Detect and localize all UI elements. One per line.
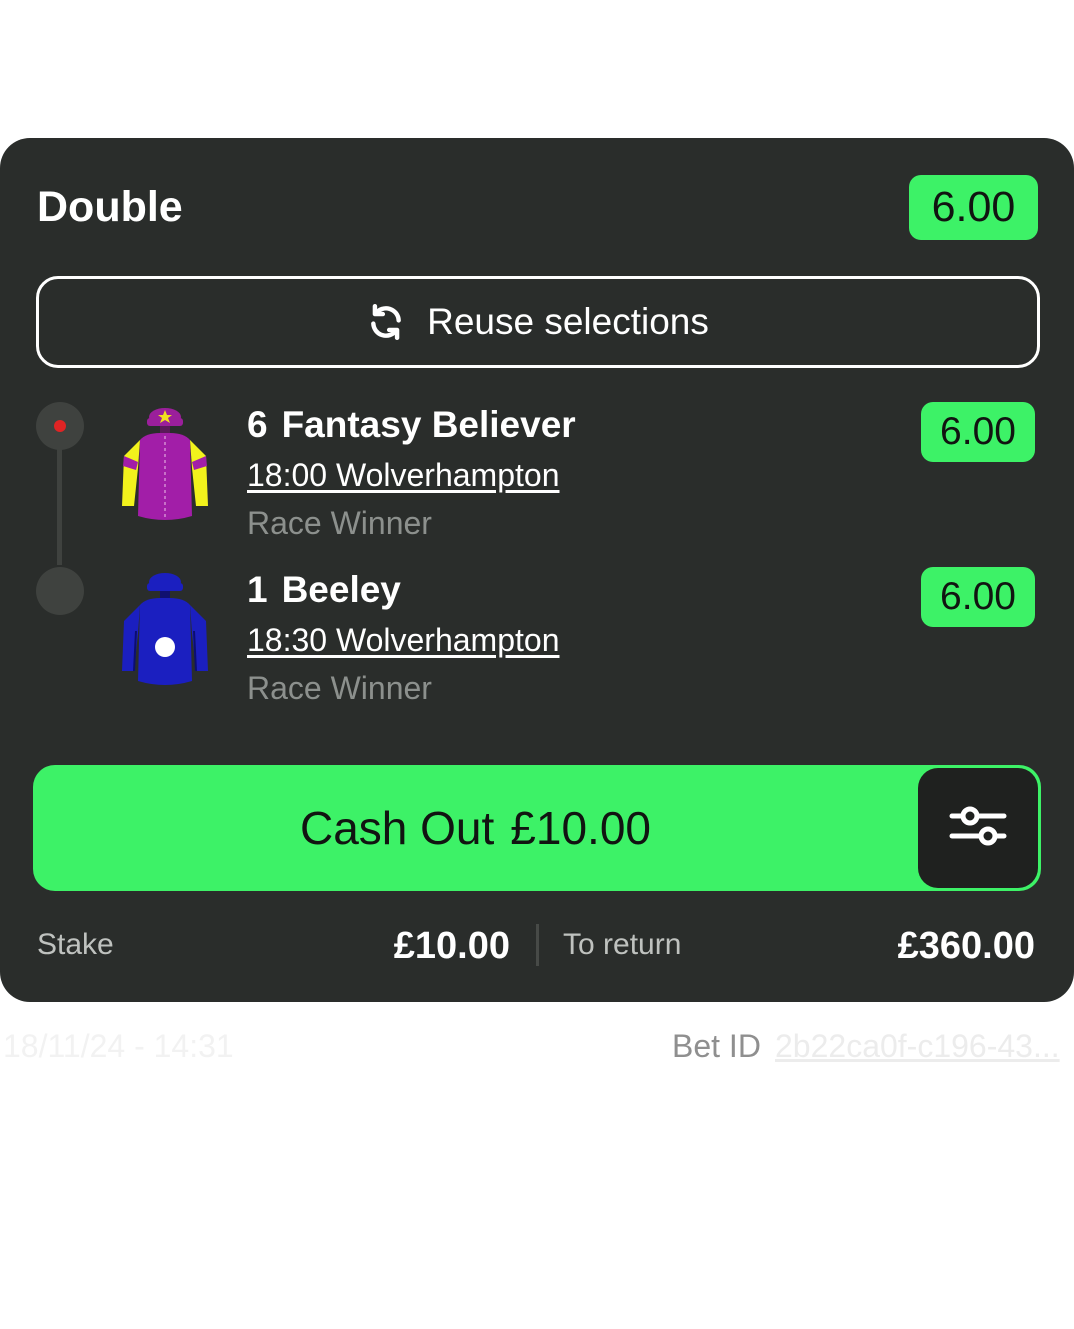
bet-id-value[interactable]: 2b22ca0f-c196-43... [775, 1026, 1067, 1066]
cashout-label: Cash Out [299, 802, 495, 854]
bet-type-title: Double [37, 183, 183, 231]
selection-race-link[interactable]: 18:30 Wolverhampton [247, 620, 559, 660]
timeline-connector [57, 440, 62, 565]
selection-market: Race Winner [247, 505, 432, 541]
cashout-settings-button[interactable] [918, 768, 1038, 888]
stake-value: £10.00 [393, 925, 510, 967]
return-label: To return [563, 928, 682, 961]
selection-name: Fantasy Believer [281, 404, 576, 445]
selection-market: Race Winner [247, 670, 432, 706]
refresh-icon [367, 303, 405, 341]
timeline-dot-live [36, 402, 84, 450]
cashout-button[interactable]: Cash Out £10.00 [33, 765, 918, 891]
reuse-selections-button[interactable]: Reuse selections [36, 276, 1040, 368]
timeline-dot [36, 567, 84, 615]
sliders-icon [948, 804, 1008, 853]
selection-number: 6 [247, 404, 268, 445]
selection-odds-badge: 6.00 [921, 402, 1035, 462]
cashout-amount: £10.00 [510, 802, 651, 854]
stake-label: Stake [37, 928, 114, 961]
return-value: £360.00 [897, 925, 1035, 967]
selection-number: 1 [247, 569, 268, 610]
selection-name: Beeley [281, 569, 401, 610]
cashout-bar: Cash Out £10.00 [33, 765, 1041, 891]
selection-odds-badge: 6.00 [921, 567, 1035, 627]
jockey-silk-blue-white-dot-icon [116, 571, 214, 691]
summary-divider [536, 924, 539, 966]
selection-race-link[interactable]: 18:00 Wolverhampton [247, 455, 559, 495]
selection-title: 6 Fantasy Believer [247, 402, 576, 448]
jockey-silk-purple-yellow-sleeves-icon [116, 406, 214, 526]
bet-id-label: Bet ID [672, 1028, 761, 1064]
reuse-selections-label: Reuse selections [427, 301, 709, 342]
placed-date: 18/11/24 - 14:31 [3, 1028, 234, 1064]
selection-title: 1 Beeley [247, 567, 401, 613]
total-odds-badge: 6.00 [909, 175, 1038, 240]
